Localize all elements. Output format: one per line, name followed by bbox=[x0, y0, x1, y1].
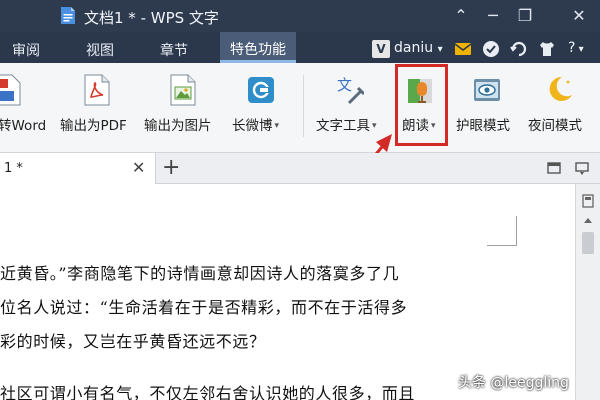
document-line: 彩的时候，又岂在乎黄昏还远不远？ bbox=[0, 332, 266, 351]
document-line: 近黄昏。”李商隐笔下的诗情画意却因诗人的落寞多了几 bbox=[0, 264, 400, 283]
document-tab-title: 1 * bbox=[4, 161, 23, 176]
skin-shirt-icon[interactable] bbox=[536, 38, 558, 60]
document-tab-strip: 1 * ✕ + bbox=[0, 153, 600, 184]
user-name[interactable]: daniu ▾ bbox=[394, 40, 443, 56]
menu-view[interactable]: 视图 bbox=[86, 40, 114, 60]
minimize-button[interactable]: ─ bbox=[479, 2, 507, 30]
page-layout-icon[interactable] bbox=[581, 194, 595, 208]
help-button[interactable]: ? ▾ bbox=[568, 40, 584, 56]
export-image-button[interactable]: 输出为图片 bbox=[142, 63, 226, 151]
night-mode-label: 夜间模式 bbox=[528, 118, 582, 134]
text-tools-icon: 文 bbox=[337, 76, 364, 105]
shield-icon[interactable] bbox=[480, 38, 502, 60]
weibo-icon bbox=[248, 77, 274, 103]
tab-menu-icon[interactable] bbox=[575, 161, 589, 175]
svg-text:文: 文 bbox=[337, 76, 352, 94]
sync-icon[interactable] bbox=[508, 38, 530, 60]
export-pdf-button[interactable]: 输出为PDF bbox=[58, 63, 136, 151]
restore-button[interactable]: ❐ bbox=[511, 2, 539, 30]
document-line: 社区可谓小有名气，不仅左邻右舍认识她的人很多，而且 bbox=[0, 384, 416, 400]
scrollbar-thumb[interactable] bbox=[582, 232, 594, 254]
export-image-label: 输出为图片 bbox=[144, 118, 212, 134]
pdf-export-icon bbox=[84, 74, 110, 106]
window-title: 文档1 * - WPS 文字 bbox=[84, 9, 219, 27]
menu-section[interactable]: 章节 bbox=[160, 40, 188, 60]
export-pdf-label: 输出为PDF bbox=[60, 118, 127, 134]
long-weibo-button[interactable]: 长微博 ▾ bbox=[230, 63, 294, 151]
ribbon-toolbar: 转Word 输出为PDF 输出为图片 长微博 ▾ 文 文字工具 ▾ 朗读 ▾ 护… bbox=[0, 63, 600, 153]
read-aloud-highlight-box bbox=[395, 64, 448, 146]
new-tab-button[interactable]: + bbox=[162, 155, 180, 180]
document-tab[interactable]: 1 * ✕ bbox=[0, 153, 156, 184]
long-weibo-label: 长微博 ▾ bbox=[232, 118, 280, 134]
document-page[interactable]: 近黄昏。”李商隐笔下的诗情画意却因诗人的落寞多了几 位名人说过：“生命活着在于是… bbox=[0, 184, 575, 400]
tab-list-icon[interactable] bbox=[547, 161, 561, 175]
night-mode-button[interactable]: 夜间模式 bbox=[524, 63, 600, 151]
collapse-ribbon-button[interactable]: ⌃ bbox=[447, 2, 475, 30]
menu-review[interactable]: 审阅 bbox=[12, 40, 40, 60]
document-area: 近黄昏。”李商隐笔下的诗情画意却因诗人的落寞多了几 位名人说过：“生命活着在于是… bbox=[0, 184, 600, 400]
to-word-label: 转Word bbox=[0, 118, 47, 134]
eye-protect-button[interactable]: 护眼模式 bbox=[452, 63, 520, 151]
to-word-button[interactable]: 转Word bbox=[0, 63, 52, 151]
page-margin-marker bbox=[487, 216, 517, 246]
document-line: 位名人说过：“生命活着在于是否精彩，而不在于活得多 bbox=[0, 298, 408, 317]
eye-protect-icon bbox=[474, 79, 500, 101]
wps-document-icon bbox=[61, 7, 75, 24]
image-export-icon bbox=[170, 74, 196, 106]
title-bar: 文档1 * - WPS 文字 ⌃ ─ ❐ ✕ bbox=[0, 0, 600, 32]
mail-icon[interactable] bbox=[452, 38, 474, 60]
vertical-scrollbar[interactable] bbox=[575, 184, 600, 400]
close-window-button[interactable]: ✕ bbox=[565, 2, 593, 30]
vip-badge: V bbox=[372, 40, 390, 58]
to-word-icon bbox=[0, 74, 21, 106]
scroll-up-icon[interactable] bbox=[581, 214, 595, 228]
close-tab-icon[interactable]: ✕ bbox=[132, 158, 145, 177]
ribbon-separator bbox=[303, 75, 304, 137]
eye-protect-label: 护眼模式 bbox=[456, 118, 510, 134]
watermark-text: 头条 @leeggling bbox=[458, 375, 569, 391]
menu-special-features[interactable]: 特色功能 bbox=[220, 32, 296, 63]
night-mode-icon bbox=[549, 76, 572, 101]
